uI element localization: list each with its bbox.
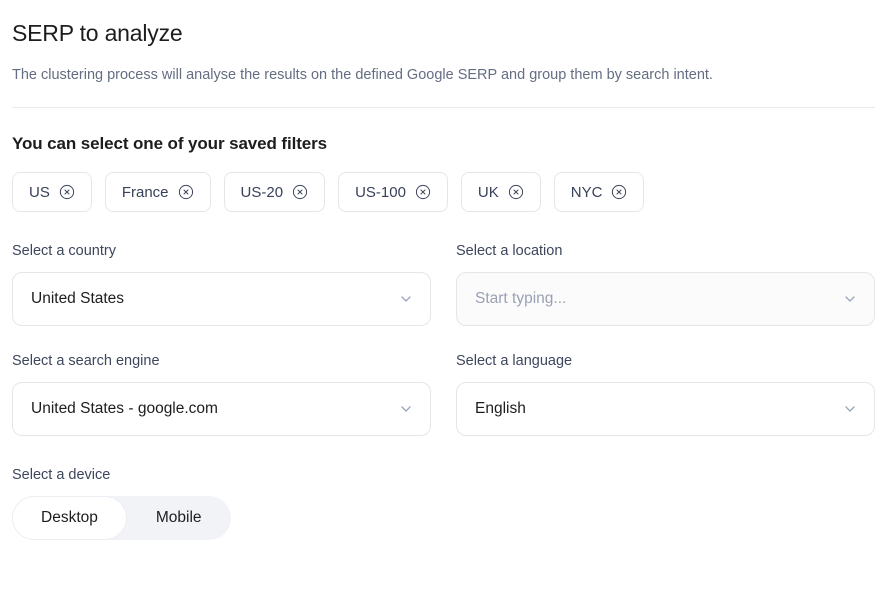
saved-filter-chip[interactable]: US-100 — [338, 172, 448, 212]
page-title: SERP to analyze — [12, 20, 183, 46]
field-location: Select a location Start typing... — [456, 242, 875, 326]
location-select[interactable]: Start typing... — [456, 272, 875, 326]
language-label: Select a language — [456, 353, 573, 369]
search-engine-label: Select a search engine — [12, 353, 160, 369]
country-value: United States — [31, 291, 125, 307]
close-circle-icon[interactable] — [59, 184, 75, 200]
saved-filters-section: You can select one of your saved filters… — [0, 108, 887, 212]
close-circle-icon[interactable] — [415, 184, 431, 200]
saved-filter-chip[interactable]: France — [104, 172, 211, 212]
chip-label: US-100 — [355, 183, 406, 201]
field-language: Select a language English — [456, 352, 875, 436]
country-select[interactable]: United States — [12, 272, 431, 326]
chip-label: France — [121, 183, 169, 201]
chevron-down-icon[interactable] — [398, 291, 414, 307]
chip-label: US — [29, 183, 50, 201]
device-label: Select a device — [12, 467, 111, 483]
chip-label: UK — [477, 183, 499, 201]
country-label: Select a country — [12, 243, 116, 259]
chip-label: US-20 — [240, 183, 284, 201]
close-circle-icon[interactable] — [508, 184, 524, 200]
chevron-down-icon[interactable] — [842, 291, 858, 307]
saved-filter-chip[interactable]: US — [12, 172, 92, 212]
chevron-down-icon[interactable] — [842, 401, 858, 417]
field-country: Select a country United States — [12, 242, 431, 326]
saved-filter-chip[interactable]: NYC — [553, 172, 645, 212]
location-label: Select a location — [456, 243, 563, 259]
language-value: English — [475, 401, 526, 417]
chip-label: NYC — [570, 183, 603, 201]
close-circle-icon[interactable] — [292, 184, 308, 200]
language-select[interactable]: English — [456, 382, 875, 436]
saved-filters-heading: You can select one of your saved filters — [12, 134, 328, 153]
saved-filters-chip-row: US France US-20 US-100 UK NYC — [12, 172, 875, 212]
device-section: Select a device Desktop Mobile — [0, 466, 887, 540]
serp-form-grid: Select a country United States Select a … — [0, 242, 887, 462]
location-placeholder: Start typing... — [475, 291, 567, 307]
page-header: SERP to analyze The clustering process w… — [0, 0, 887, 108]
device-option-desktop[interactable]: Desktop — [12, 496, 127, 540]
saved-filter-chip[interactable]: US-20 — [223, 172, 326, 212]
search-engine-select[interactable]: United States - google.com — [12, 382, 431, 436]
chevron-down-icon[interactable] — [398, 401, 414, 417]
close-circle-icon[interactable] — [611, 184, 627, 200]
close-circle-icon[interactable] — [178, 184, 194, 200]
serp-config-page: SERP to analyze The clustering process w… — [0, 0, 887, 609]
field-search-engine: Select a search engine United States - g… — [12, 352, 431, 436]
device-option-mobile[interactable]: Mobile — [127, 496, 231, 540]
search-engine-value: United States - google.com — [31, 401, 218, 417]
page-subtitle: The clustering process will analyse the … — [12, 67, 713, 83]
device-segmented-control: Desktop Mobile — [12, 496, 231, 540]
saved-filter-chip[interactable]: UK — [460, 172, 541, 212]
